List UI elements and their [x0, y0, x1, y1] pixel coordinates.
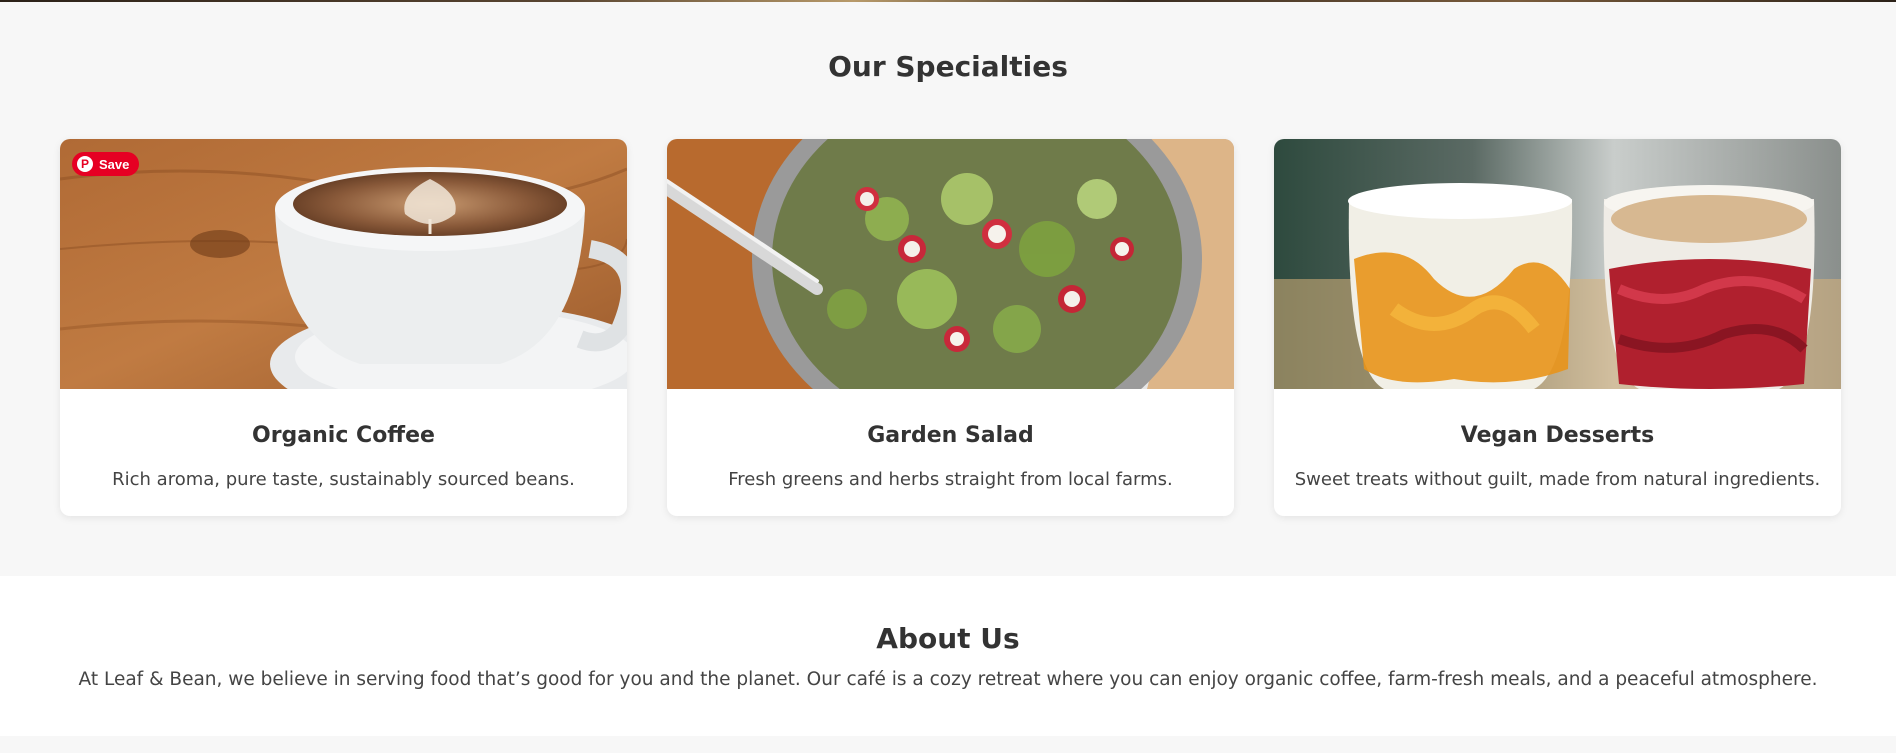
- pinterest-icon: P: [77, 156, 93, 172]
- card-description: Rich aroma, pure taste, sustainably sour…: [112, 469, 575, 490]
- salad-image: [667, 139, 1234, 389]
- about-section: About Us At Leaf & Bean, we believe in s…: [0, 576, 1896, 736]
- card-description: Sweet treats without guilt, made from na…: [1294, 469, 1821, 490]
- about-text: At Leaf & Bean, we believe in serving fo…: [78, 669, 1818, 690]
- about-title: About Us: [876, 622, 1020, 655]
- desserts-image: [1274, 139, 1841, 389]
- specialties-title: Our Specialties: [828, 50, 1068, 83]
- specialties-section: Our Specialties P Save Organic Coffee Ri…: [0, 2, 1896, 576]
- pinterest-save-label: Save: [99, 156, 130, 172]
- specialty-card-desserts: Vegan Desserts Sweet treats without guil…: [1274, 139, 1841, 516]
- specialty-card-coffee: P Save Organic Coffee Rich aroma, pure t…: [60, 139, 627, 516]
- footer-edge: [0, 736, 1896, 753]
- card-title: Vegan Desserts: [1460, 423, 1655, 448]
- card-description: Fresh greens and herbs straight from loc…: [728, 469, 1173, 490]
- pinterest-save-button[interactable]: P Save: [72, 152, 140, 176]
- card-title: Garden Salad: [867, 423, 1034, 448]
- specialty-card-salad: Garden Salad Fresh greens and herbs stra…: [667, 139, 1234, 516]
- coffee-image: P Save: [60, 139, 627, 389]
- card-title: Organic Coffee: [252, 423, 435, 448]
